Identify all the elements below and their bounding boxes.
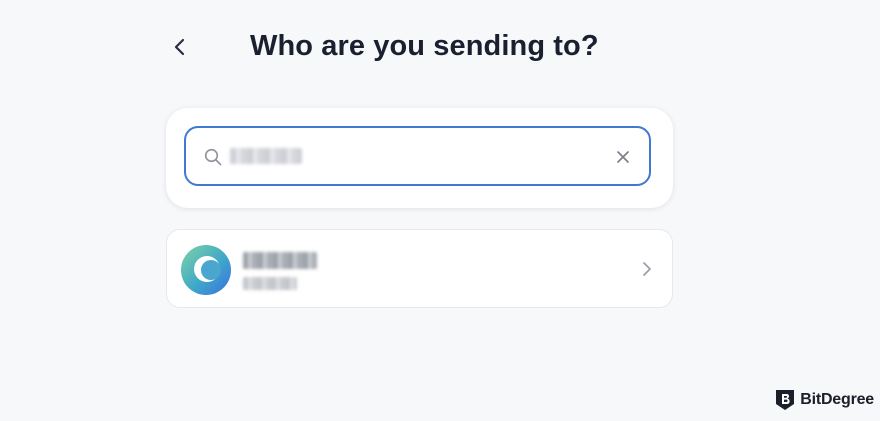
search-field[interactable] [184,126,651,186]
brand-name: BitDegree [800,391,874,408]
search-icon [204,148,222,166]
avatar-moon-cutout [201,260,221,280]
redacted-contact-name [243,252,317,269]
page-title: Who are you sending to? [250,30,599,62]
avatar [181,245,231,295]
redacted-search-value [230,148,302,164]
clear-search-button[interactable] [613,147,633,167]
redacted-contact-handle [243,277,297,290]
back-button[interactable] [166,33,194,61]
brand-watermark: BitDegree [774,388,874,412]
chevron-left-icon [174,38,185,56]
search-card [166,108,673,208]
contact-list-item[interactable] [166,229,673,308]
close-icon [617,151,629,163]
chevron-right-icon [643,262,651,276]
bitdegree-logo-icon [776,390,795,410]
